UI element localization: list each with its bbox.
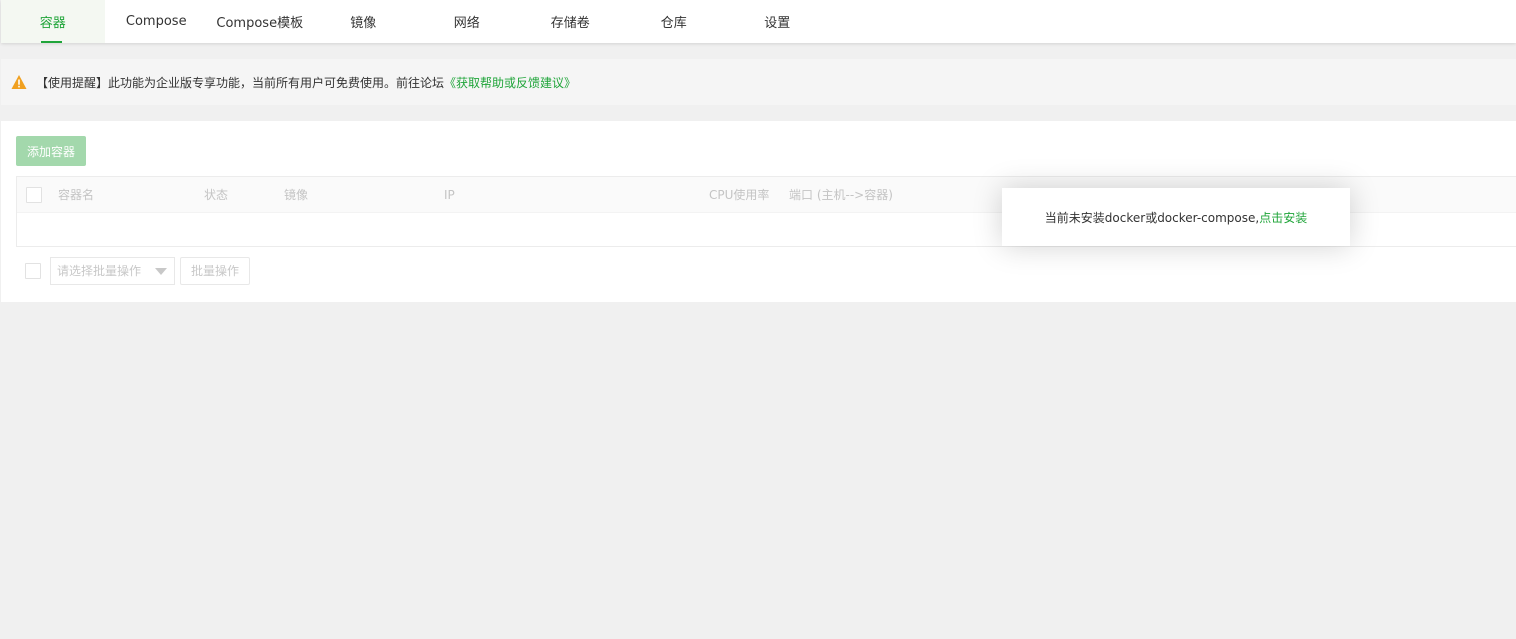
tab-volumes[interactable]: 存储卷	[519, 0, 623, 43]
batch-action-placeholder: 请选择批量操作	[57, 264, 142, 278]
usage-notice: 【使用提醒】此功能为企业版专享功能，当前所有用户可免费使用。前往论坛 《获取帮助…	[1, 59, 1516, 105]
batch-toolbar: 请选择批量操作 批量操作	[16, 257, 416, 285]
column-header-name[interactable]: 容器名	[58, 177, 94, 213]
tab-compose[interactable]: Compose	[105, 0, 209, 43]
column-header-image[interactable]: 镜像	[284, 177, 308, 213]
add-container-button[interactable]: 添加容器	[16, 136, 86, 166]
chevron-down-icon	[155, 268, 167, 275]
tab-networks[interactable]: 网络	[415, 0, 519, 43]
column-header-cpu[interactable]: CPU使用率	[709, 177, 769, 213]
batch-action-select[interactable]: 请选择批量操作	[50, 257, 175, 285]
column-header-status[interactable]: 状态	[204, 177, 228, 213]
tab-images[interactable]: 镜像	[312, 0, 416, 43]
tab-bar: 容器 Compose Compose模板 镜像 网络 存储卷 仓库 设置	[1, 0, 1516, 43]
warning-icon	[11, 75, 27, 89]
column-header-ports[interactable]: 端口 (主机-->容器)	[789, 177, 893, 213]
tab-compose-templates[interactable]: Compose模板	[208, 0, 312, 43]
select-all-checkbox[interactable]	[26, 187, 42, 203]
docker-missing-toast: 当前未安装docker或docker-compose, 点击安装	[1002, 188, 1350, 246]
tab-registry[interactable]: 仓库	[622, 0, 726, 43]
notice-text: 【使用提醒】此功能为企业版专享功能，当前所有用户可免费使用。前往论坛	[36, 75, 445, 90]
tab-containers[interactable]: 容器	[1, 0, 105, 43]
forum-help-link[interactable]: 《获取帮助或反馈建议》	[444, 74, 576, 91]
batch-select-checkbox[interactable]	[25, 263, 41, 279]
column-header-ip[interactable]: IP	[444, 177, 455, 213]
install-docker-link[interactable]: 点击安装	[1259, 209, 1307, 226]
tab-settings[interactable]: 设置	[726, 0, 830, 43]
toast-message: 当前未安装docker或docker-compose,	[1044, 210, 1260, 225]
batch-action-button[interactable]: 批量操作	[180, 257, 250, 285]
